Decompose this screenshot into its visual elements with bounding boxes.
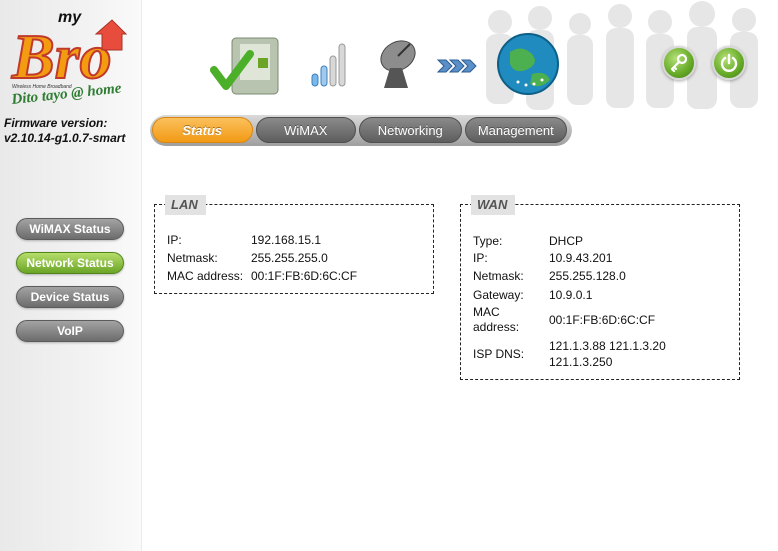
power-icon — [720, 53, 738, 72]
wan-type-label: Type: — [473, 234, 503, 248]
lan-title: LAN — [165, 195, 206, 215]
lan-mac-label: MAC address: — [167, 269, 244, 283]
key-button[interactable] — [662, 46, 696, 80]
lan-netmask-value: 255.255.255.0 — [251, 251, 328, 265]
sidebar-item-wimax-status[interactable]: WiMAX Status — [16, 218, 124, 240]
lan-mac-value: 00:1F:FB:6D:6C:CF — [251, 269, 358, 283]
tab-wimax[interactable]: WiMAX — [255, 117, 357, 143]
sidebar-item-voip[interactable]: VoIP — [16, 320, 124, 342]
wan-gateway-label: Gateway: — [473, 288, 524, 302]
wan-netmask-label: Netmask: — [473, 269, 524, 283]
internet-globe-icon — [497, 33, 559, 95]
signal-strength-icon — [311, 43, 346, 87]
firmware-value: v2.10.14-g1.0.7-smart — [4, 131, 126, 145]
wan-mac-label-2: address: — [473, 320, 520, 334]
lan-panel: LAN IP: 192.168.15.1 Netmask: 255.255.25… — [154, 195, 434, 294]
wan-mac-label-1: MAC — [473, 305, 500, 319]
connection-arrows-icon — [436, 59, 477, 73]
device-check-icon — [210, 37, 279, 95]
sidebar-item-device-status[interactable]: Device Status — [16, 286, 124, 308]
wan-dns-line2: 121.1.3.250 — [549, 355, 613, 369]
wan-dns-label: ISP DNS: — [473, 347, 525, 361]
wan-ip-label: IP: — [473, 251, 488, 265]
connection-status-row — [210, 30, 570, 100]
wan-panel: WAN Type: DHCP IP: 10.9.43.201 Netmask: … — [460, 195, 740, 380]
wan-ip-value: 10.9.43.201 — [549, 251, 613, 265]
wan-type-value: DHCP — [549, 234, 584, 248]
wan-dns-line1: 121.1.3.88 121.1.3.20 — [549, 339, 666, 353]
power-button[interactable] — [712, 46, 746, 80]
tab-networking[interactable]: Networking — [359, 117, 462, 143]
lan-netmask-label: Netmask: — [167, 251, 218, 265]
firmware-label: Firmware version: — [4, 116, 108, 130]
wan-title: WAN — [471, 195, 516, 215]
lan-ip-value: 192.168.15.1 — [251, 233, 322, 247]
tab-status[interactable]: Status — [152, 117, 253, 143]
satellite-dish-icon — [380, 40, 416, 88]
logo-big-text: Bro — [11, 21, 112, 92]
sidebar-item-network-status[interactable]: Network Status — [16, 252, 124, 274]
main-nav: Status WiMAX Networking Management — [150, 114, 572, 146]
wan-netmask-value: 255.255.128.0 — [549, 269, 626, 283]
tab-management[interactable]: Management — [464, 117, 567, 143]
wan-gateway-value: 10.9.0.1 — [549, 288, 593, 302]
firmware-info: Firmware version: v2.10.14-g1.0.7-smart — [4, 116, 144, 146]
mybro-logo: my Bro Wireless Home Broadband Dito tayo… — [10, 4, 130, 114]
lan-ip-label: IP: — [167, 233, 182, 247]
wan-mac-value: 00:1F:FB:6D:6C:CF — [549, 313, 656, 327]
key-icon — [670, 53, 688, 73]
